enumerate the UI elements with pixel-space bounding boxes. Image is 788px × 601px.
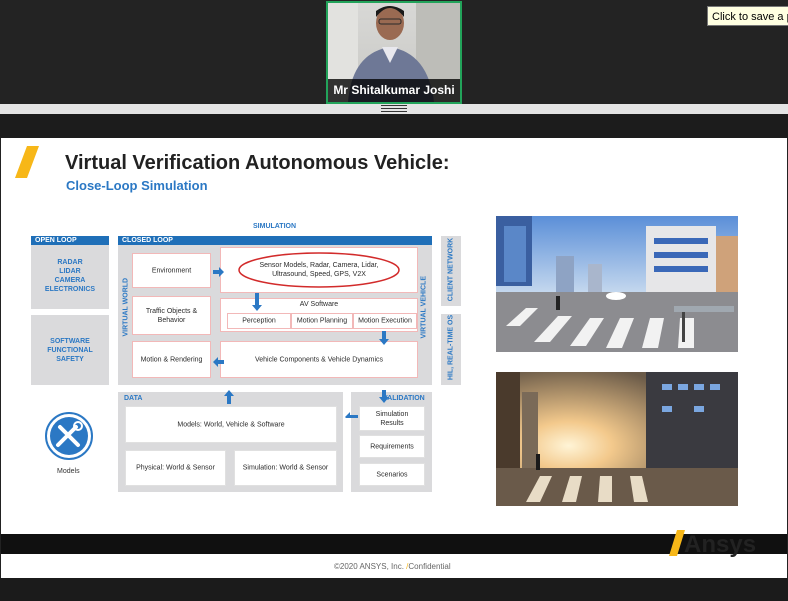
- participant-name-label: Mr Shitalkumar Joshi: [328, 79, 460, 102]
- software-item: FUNCTIONAL: [47, 347, 93, 354]
- software-item: SOFTWARE: [50, 338, 90, 345]
- simulation-scene-image-1: [496, 216, 738, 352]
- physical-data-label: Physical: World & Sensor: [136, 464, 215, 472]
- sunset-street-render: [496, 372, 738, 506]
- simulation-label: SIMULATION: [253, 223, 297, 230]
- open-loop-software-box: SOFTWARE FUNCTIONAL SAFETY: [31, 315, 109, 385]
- arrow-icon: [213, 267, 224, 277]
- closed-loop-arrows: [213, 267, 389, 367]
- models-data-label: Models: World, Vehicle & Software: [177, 421, 285, 428]
- physical-data-box: Physical: World & Sensor: [125, 450, 226, 486]
- footer-copyright: ©2020 ANSYS, Inc.: [334, 562, 404, 571]
- arrow-icon: [213, 357, 224, 367]
- share-top-band: [0, 114, 788, 138]
- slide-footer: ©2020 ANSYS, Inc. /Confidential: [334, 562, 451, 571]
- shared-slide: Virtual Verification Autonomous Vehicle:…: [1, 138, 787, 578]
- participant-video-tile[interactable]: Mr Shitalkumar Joshi: [326, 1, 462, 104]
- sensor-item: CAMERA: [54, 277, 86, 284]
- hil-label: HIL, REAL-TIME OS: [447, 314, 455, 381]
- sensor-item: LIDAR: [59, 268, 81, 275]
- open-loop-sensors-box: RADAR LIDAR CAMERA ELECTRONICS: [31, 245, 109, 309]
- simulation-data-label: Simulation: World & Sensor: [242, 464, 329, 472]
- wrench-tools-icon: [45, 412, 93, 460]
- accent-slash-icon: [15, 146, 39, 178]
- arrow-icon: [224, 390, 234, 404]
- arrow-icon: [379, 390, 389, 403]
- models-label: Models: [57, 468, 80, 475]
- arrow-icon: [252, 293, 262, 311]
- requirements-label: Requirements: [370, 443, 414, 450]
- sensor-item: ELECTRONICS: [44, 286, 96, 293]
- software-item: SAFETY: [56, 356, 84, 363]
- data-arrows: [224, 390, 389, 418]
- slide-title: Virtual Verification Autonomous Vehicle:: [65, 152, 450, 174]
- results-line2: Results: [380, 419, 404, 427]
- closed-loop-header: CLOSED LOOP: [118, 236, 432, 245]
- scenarios-box: Scenarios: [359, 463, 425, 486]
- tooltip: Click to save a p: [707, 6, 788, 26]
- arrow-icon: [345, 412, 358, 418]
- sensor-item: RADAR: [57, 259, 83, 266]
- simulation-scene-image-2: [496, 372, 738, 506]
- simulation-data-box: Simulation: World & Sensor: [234, 450, 337, 486]
- share-bottom-band: [0, 578, 788, 601]
- scenarios-label: Scenarios: [376, 471, 408, 478]
- footer-confidential: Confidential: [408, 562, 451, 571]
- arrow-icon: [379, 331, 389, 345]
- slide-subtitle: Close-Loop Simulation: [66, 178, 208, 193]
- ansys-logo: Ansys: [684, 531, 757, 558]
- splitter-handle-icon[interactable]: [381, 105, 407, 113]
- ansys-logo-slash-icon: [669, 530, 685, 556]
- city-crosswalk-render: [496, 216, 738, 352]
- client-network-label: CLIENT NETWORK: [447, 237, 455, 302]
- open-loop-header: OPEN LOOP: [31, 236, 109, 245]
- requirements-box: Requirements: [359, 435, 425, 458]
